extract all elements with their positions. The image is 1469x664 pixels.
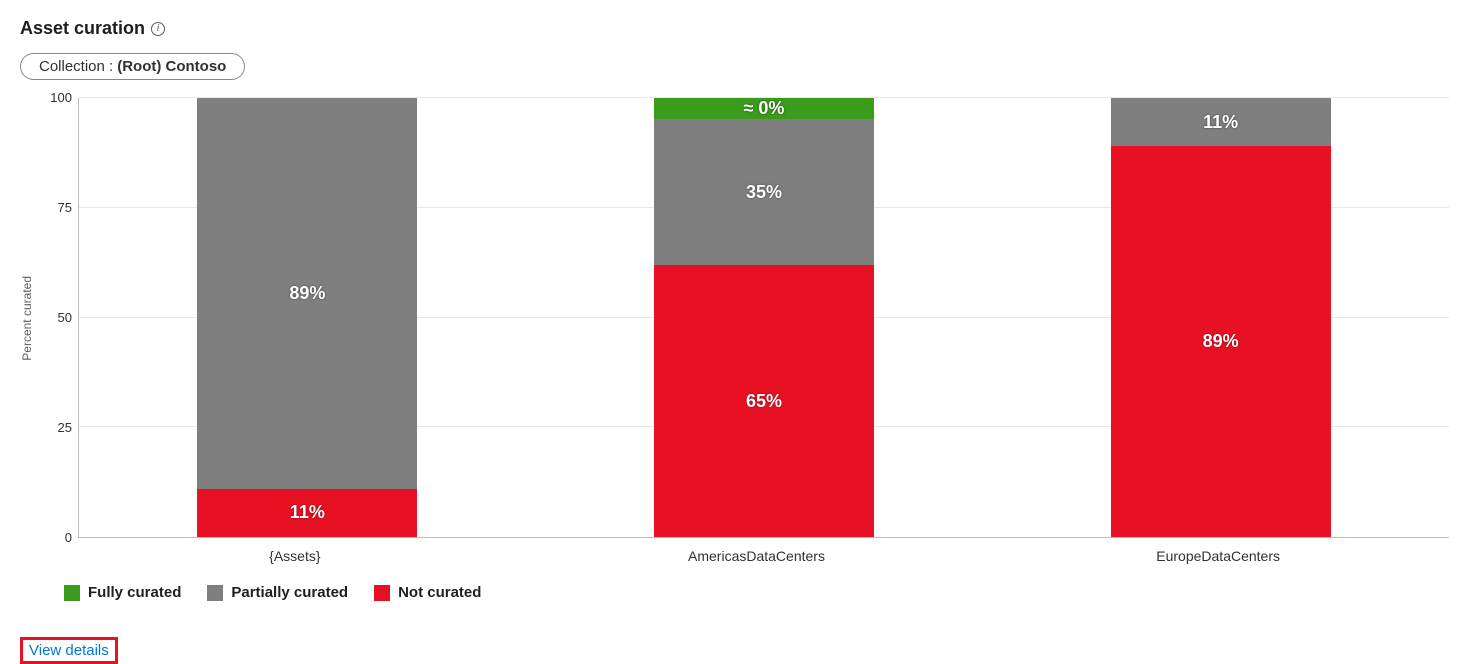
swatch-not-icon — [374, 585, 390, 601]
panel-title: Asset curation — [20, 18, 145, 39]
filter-value: (Root) Contoso — [117, 58, 226, 75]
bars-container: 89%11%≈ 0%35%65%11%89% — [79, 98, 1449, 537]
x-tick-label: {Assets} — [185, 548, 405, 564]
view-details-link[interactable]: View details — [29, 642, 109, 659]
x-tick-label: AmericasDataCenters — [646, 548, 866, 564]
legend-label-not: Not curated — [398, 584, 481, 601]
bar-column[interactable]: ≈ 0%35%65% — [654, 98, 874, 537]
legend-item-fully: Fully curated — [64, 584, 181, 601]
view-details-highlight: View details — [20, 637, 118, 664]
x-axis-labels: {Assets} AmericasDataCenters EuropeDataCen… — [64, 548, 1449, 564]
legend-label-fully: Fully curated — [88, 584, 181, 601]
asset-curation-panel: Asset curation i Collection : (Root) Con… — [0, 0, 1469, 664]
bar-segment[interactable]: 11% — [1111, 98, 1331, 146]
info-icon[interactable]: i — [151, 22, 165, 36]
plot-area: 89%11%≈ 0%35%65%11%89% — [78, 98, 1449, 538]
swatch-partially-icon — [207, 585, 223, 601]
collection-filter-chip[interactable]: Collection : (Root) Contoso — [20, 53, 245, 80]
swatch-fully-icon — [64, 585, 80, 601]
legend-item-not: Not curated — [374, 584, 481, 601]
chart-area: Percent curated 100 75 50 25 0 89%11%≈ 0… — [20, 98, 1449, 538]
bar-segment[interactable]: ≈ 0% — [654, 98, 874, 119]
bar-column[interactable]: 11%89% — [1111, 98, 1331, 537]
bar-segment[interactable]: 11% — [197, 489, 417, 537]
filter-label: Collection : — [39, 58, 113, 75]
bar-segment[interactable]: 65% — [654, 265, 874, 537]
x-tick-label: EuropeDataCenters — [1108, 548, 1328, 564]
bar-segment[interactable]: 89% — [1111, 146, 1331, 537]
legend-item-partially: Partially curated — [207, 584, 348, 601]
bar-column[interactable]: 89%11% — [197, 98, 417, 537]
legend-label-partially: Partially curated — [231, 584, 348, 601]
legend: Fully curated Partially curated Not cura… — [64, 584, 1449, 601]
title-row: Asset curation i — [20, 18, 1449, 39]
bar-segment[interactable]: 89% — [197, 98, 417, 489]
bar-segment[interactable]: 35% — [654, 119, 874, 265]
y-axis-label: Percent curated — [20, 276, 34, 361]
y-axis-ticks: 100 75 50 25 0 — [40, 98, 78, 538]
